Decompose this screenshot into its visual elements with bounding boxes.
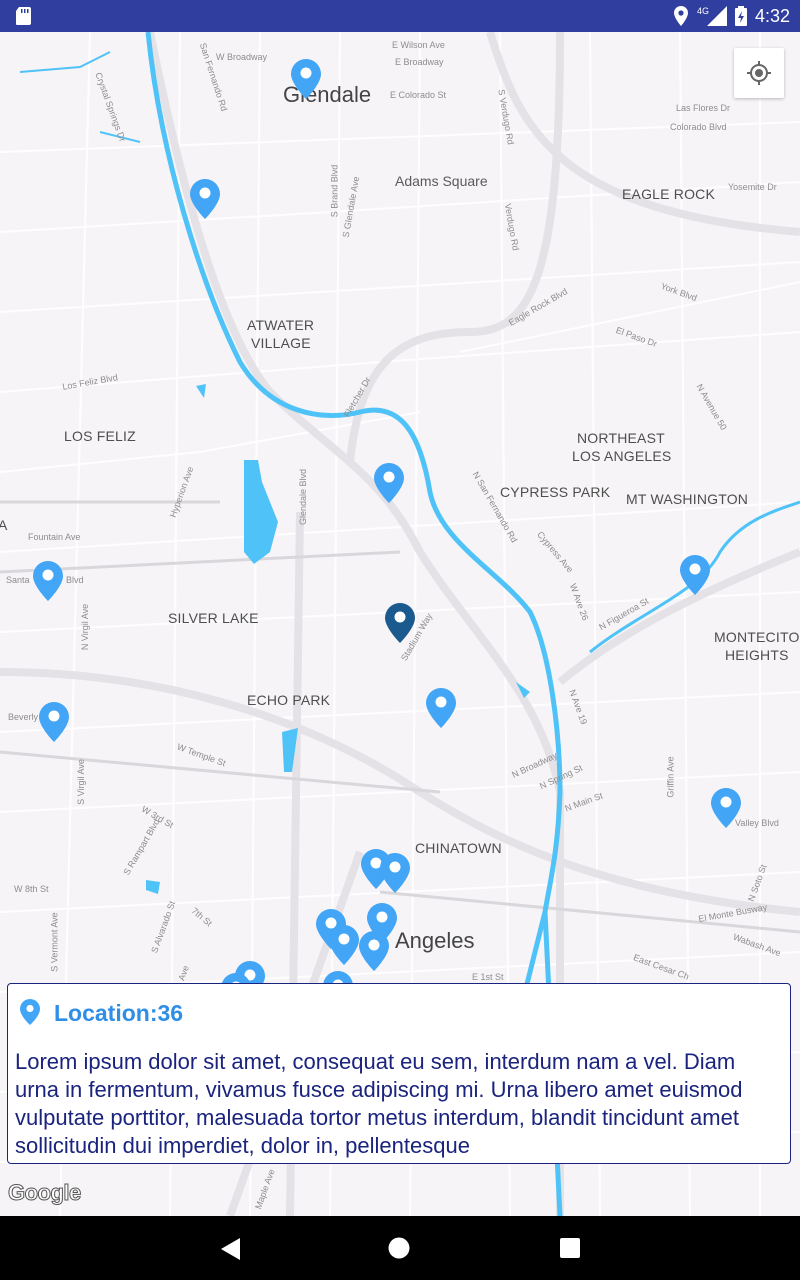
map-marker[interactable] (372, 462, 406, 504)
street-label: E Wilson Ave (392, 40, 445, 50)
street-label: W 8th St (14, 884, 49, 894)
map-marker[interactable] (424, 687, 458, 729)
street-label: Fountain Ave (28, 532, 81, 542)
street-label: Las Flores Dr (676, 103, 731, 113)
street-label: S Vermont Ave (49, 912, 60, 972)
street-label: Yosemite Dr (728, 182, 777, 192)
navigation-bar (0, 1216, 800, 1280)
street-label: Beverly (8, 712, 39, 722)
crosshair-icon (747, 61, 771, 85)
street-label: Santa (6, 575, 30, 585)
street-label: E 1st St (472, 972, 504, 982)
recents-icon[interactable] (560, 1238, 580, 1258)
home-icon[interactable] (388, 1237, 410, 1259)
area-label-echo-park: ECHO PARK (247, 692, 331, 708)
street-label: E Colorado St (390, 90, 447, 100)
area-label-chinatown: CHINATOWN (415, 840, 502, 856)
signal-icon (706, 6, 727, 26)
area-label-silver-lake: SILVER LAKE (168, 610, 259, 626)
google-logo: Google (8, 1180, 82, 1206)
location-title: Location:36 (54, 1000, 184, 1026)
street-label: Colorado Blvd (670, 122, 727, 132)
area-label-northeast: NORTHEAST (577, 430, 665, 446)
area-label-eagle-rock: EAGLE ROCK (622, 186, 716, 202)
area-label-cypress-park: CYPRESS PARK (500, 484, 611, 500)
back-icon[interactable] (220, 1238, 240, 1260)
map-marker[interactable] (378, 852, 412, 894)
map-marker[interactable] (31, 560, 65, 602)
area-label-montecito: MONTECITO (714, 629, 800, 645)
street-label: S Brand Blvd (329, 164, 340, 218)
battery-icon (734, 6, 747, 26)
map-marker[interactable] (709, 787, 743, 829)
area-label-edge: A (0, 517, 8, 533)
area-label-mt-washington: MT WASHINGTON (626, 491, 749, 507)
street-label: S Virgil Ave (75, 759, 86, 805)
location-icon (673, 6, 688, 26)
map-marker-selected[interactable] (383, 602, 417, 644)
area-label-adams-square: Adams Square (395, 173, 488, 189)
map-marker[interactable] (188, 178, 222, 220)
clock: 4:32 (754, 5, 790, 26)
area-label-atwater: ATWATER (247, 317, 315, 333)
street-label: Glendale Blvd (298, 468, 309, 526)
map-marker[interactable] (37, 701, 71, 743)
area-label-village: VILLAGE (251, 335, 311, 351)
area-label-heights: HEIGHTS (725, 647, 789, 663)
map-marker[interactable] (289, 58, 323, 100)
area-label-los-feliz: LOS FELIZ (64, 428, 136, 444)
street-label: W Broadway (216, 52, 268, 62)
sd-card-icon (16, 7, 31, 25)
street-label: Griffin Ave (665, 756, 676, 798)
map-marker[interactable] (327, 924, 361, 966)
location-description: Lorem ipsum dolor sit amet, consequat eu… (15, 1049, 743, 1158)
my-location-button[interactable] (734, 48, 784, 98)
location-pin-icon (20, 999, 40, 1025)
street-label: Blvd (66, 575, 84, 585)
street-label: N Virgil Ave (80, 603, 91, 651)
status-bar: 4G 4:32 (0, 0, 800, 32)
map-marker[interactable] (678, 554, 712, 596)
city-label-los-angeles: Angeles (395, 928, 475, 953)
area-label-los-angeles: LOS ANGELES (572, 448, 672, 464)
map-marker[interactable] (357, 930, 391, 972)
location-info-card[interactable]: Location:36 Lorem ipsum dolor sit amet, … (7, 983, 791, 1164)
street-label: E Broadway (395, 57, 444, 67)
